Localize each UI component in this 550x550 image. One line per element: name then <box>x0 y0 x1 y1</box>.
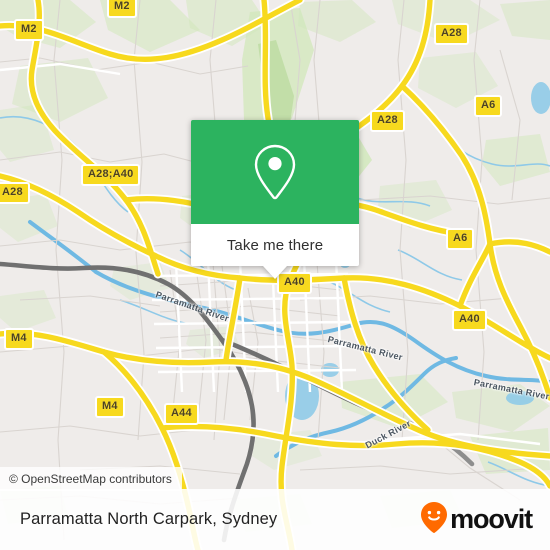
shield-m2-topleft: M2 <box>14 19 44 41</box>
location-pin-icon <box>252 143 298 201</box>
moovit-logo[interactable]: moovit <box>420 501 533 539</box>
footer-bar: Parramatta North Carpark, Sydney moovit <box>0 489 550 550</box>
shield-a28-top: A28 <box>434 23 469 45</box>
take-me-there-label: Take me there <box>226 236 324 254</box>
shield-a40-right: A40 <box>452 309 487 331</box>
shield-m4-lower: M4 <box>95 396 125 418</box>
callout-pointer <box>263 266 287 279</box>
shield-a6-right: A6 <box>446 228 475 250</box>
page-title: Parramatta North Carpark, Sydney <box>20 510 278 528</box>
shield-a28-upper: A28 <box>370 110 405 132</box>
shield-a44: A44 <box>164 403 199 425</box>
moovit-smile-pin-icon <box>420 501 448 539</box>
shield-m4-left: M4 <box>4 328 34 350</box>
location-callout[interactable]: Take me there <box>191 120 359 279</box>
take-me-there-button[interactable]: Take me there <box>191 224 359 266</box>
shield-a28-a40: A28;A40 <box>81 164 141 186</box>
shield-a6-topright: A6 <box>474 95 503 117</box>
moovit-wordmark: moovit <box>450 504 533 534</box>
osm-attribution[interactable]: © OpenStreetMap contributors <box>0 467 182 491</box>
shield-a28-left: A28 <box>0 182 30 204</box>
shield-m2-top: M2 <box>107 0 137 18</box>
map-screen: M2 M2 A28 A6 A28 A28;A40 A28 A6 A40 A40 … <box>0 0 550 550</box>
osm-attribution-text: © OpenStreetMap contributors <box>9 472 172 486</box>
callout-image-area <box>191 120 359 224</box>
